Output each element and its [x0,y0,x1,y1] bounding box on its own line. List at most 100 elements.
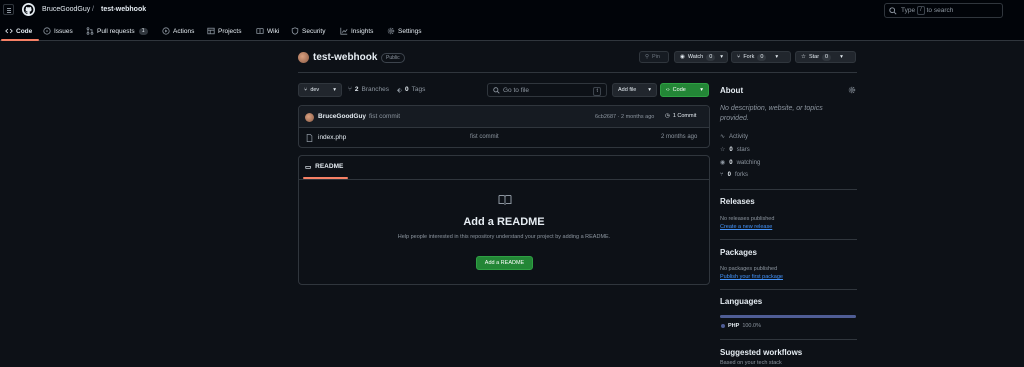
releases-heading[interactable]: Releases [720,197,755,206]
watching-count: 0 [729,159,733,166]
tab-security[interactable]: Security [291,27,325,35]
owner-avatar[interactable] [298,52,309,63]
gear-icon[interactable] [848,86,856,94]
repo-title[interactable]: test-webhook [313,52,377,63]
tab-projects[interactable]: Projects [207,27,241,35]
code-icon [5,28,13,34]
tag-icon: ⬖ [397,87,402,94]
book-icon: ▭ [305,164,312,171]
table-icon [207,27,215,35]
history-icon: ◷ [665,113,670,119]
book-icon [256,28,264,34]
eye-icon: ◉ [680,54,685,60]
active-tab-indicator [1,39,39,41]
activity-label: Activity [729,133,749,140]
search-icon [889,7,897,15]
pin-label: Pin [652,54,660,60]
file-icon [306,134,313,142]
go-to-file-shortcut: t [593,87,601,96]
breadcrumb-repo[interactable]: test-webhook [101,6,146,13]
branch-icon: ⑂ [304,87,308,93]
chevron-down-icon: ▾ [333,87,336,93]
tab-issues-label: Issues [54,27,73,35]
fork-icon: ⑂ [720,172,724,178]
language-item-php[interactable]: PHP 100.0% [721,323,761,329]
tab-wiki[interactable]: Wiki [256,27,279,35]
add-readme-button[interactable]: Add a README [476,256,533,270]
search-shortcut-key: / [917,6,925,15]
tags-label: Tags [411,86,426,93]
file-commit-message[interactable]: fist commit [470,134,499,140]
tab-insights[interactable]: Insights [340,27,373,35]
branch-selector[interactable]: ⑂ dev ▾ [298,83,342,97]
shield-icon [291,27,299,35]
create-release-link[interactable]: Create a new release [720,224,772,230]
chevron-down-icon: ▾ [720,54,724,60]
packages-heading[interactable]: Packages [720,248,757,257]
tab-readme[interactable]: ▭ README [305,163,343,171]
breadcrumb-separator: / [92,6,94,13]
code-icon: ‹› [666,87,670,93]
play-icon [162,27,170,35]
star-button[interactable]: ☆ Star 0 ▾ [795,51,856,63]
add-file-button[interactable]: Add file ▾ [612,83,657,97]
watch-count: 0 [706,53,716,61]
stars-link[interactable]: ☆ 0 stars [720,146,750,154]
tab-settings[interactable]: Settings [387,27,422,35]
title-divider [298,72,857,73]
search-suffix: to search [926,7,954,14]
commits-label: 1 Commit [672,113,697,119]
tab-actions[interactable]: Actions [162,27,194,35]
languages-bar [720,315,856,318]
pin-button[interactable]: ⚲ Pin [639,51,669,63]
add-file-label: Add file [618,87,637,93]
tab-security-label: Security [302,27,326,35]
tab-wiki-label: Wiki [267,27,280,35]
breadcrumb-owner[interactable]: BruceGoodGuy [42,6,90,13]
commits-link[interactable]: ◷ 1 Commit [665,113,696,119]
go-to-file-input[interactable]: Go to file t [487,83,607,97]
forks-label: forks [734,172,748,178]
commit-meta[interactable]: 6cb2687 · 2 months ago [595,114,654,120]
global-search-input[interactable]: Type / to search [884,3,1003,18]
github-logo-icon[interactable] [22,3,35,16]
file-name[interactable]: index.php [318,134,346,141]
tab-pull-requests-label: Pull requests [97,27,135,35]
sidebar-divider [720,189,857,190]
go-to-file-placeholder: Go to file [503,87,530,94]
about-heading: About [720,86,744,95]
commit-message[interactable]: fist commit [369,113,400,120]
fork-label: Fork [743,54,755,60]
tab-pull-requests[interactable]: Pull requests 1 [86,27,148,35]
readme-divider [299,179,709,180]
code-button[interactable]: ‹› Code ▾ [660,83,709,97]
branch-name: dev [310,87,320,93]
tab-actions-label: Actions [173,27,195,35]
publish-package-link[interactable]: Publish your first package [720,274,783,280]
menu-icon[interactable] [3,4,14,15]
branches-link[interactable]: ⑂ 2 Branches [348,86,389,93]
commit-author[interactable]: BruceGoodGuy [318,113,366,120]
pull-request-icon [86,27,94,35]
readme-empty-title: Add a README [463,216,545,228]
stars-label: stars [736,146,750,153]
file-row[interactable]: index.php fist commit 2 months ago [299,128,709,148]
tab-code[interactable]: Code [5,27,32,35]
watching-link[interactable]: ◉ 0 watching [720,159,760,167]
fork-count: 0 [757,53,767,61]
sidebar-divider [720,239,857,240]
languages-heading: Languages [720,297,763,306]
forks-link[interactable]: ⑂ 0 forks [720,172,748,178]
suggested-workflows-heading: Suggested workflows [720,348,803,357]
commit-author-avatar[interactable] [305,113,314,122]
activity-link[interactable]: ∿ Activity [720,133,749,141]
watch-button[interactable]: ◉ Watch 0 ▾ [674,51,728,63]
tags-link[interactable]: ⬖ 0 Tags [397,86,425,94]
fork-button[interactable]: ⑂ Fork 0 ▾ [731,51,791,63]
gear-icon [387,27,395,35]
tab-issues[interactable]: Issues [43,27,73,35]
pin-icon: ⚲ [645,54,650,60]
language-percent: 100.0% [742,323,761,329]
language-name: PHP [728,323,740,329]
tags-count: 0 [405,86,409,93]
